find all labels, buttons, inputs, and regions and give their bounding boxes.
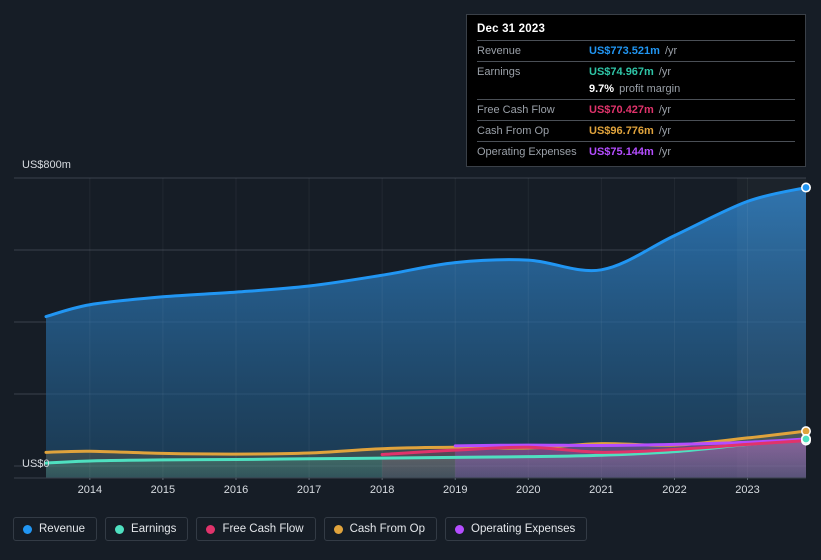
- legend-color-dot-icon: [23, 524, 32, 534]
- tooltip-row-revenue: Revenue US$773.521m/yr: [477, 40, 795, 61]
- financial-chart: US$800m US$0 2014 2015 2016 2017 2018 2019 202…: [0, 0, 821, 560]
- x-axis-tick-2021: 2021: [589, 484, 614, 496]
- tooltip-unit: /yr: [664, 45, 678, 57]
- legend-item-free-cash-flow[interactable]: Free Cash Flow: [196, 517, 316, 541]
- x-axis-tick-2015: 2015: [150, 484, 176, 496]
- chart-legend: Revenue Earnings Free Cash Flow Cash From O…: [13, 517, 588, 541]
- x-axis-tick-2017: 2017: [296, 484, 322, 496]
- legend-item-label: Earnings: [131, 523, 177, 535]
- endpoint-revenue: [800, 182, 811, 193]
- tooltip-rows: Revenue US$773.521m/yr Earnings US$74.967m /…: [477, 40, 795, 162]
- legend-color-dot-icon: [333, 524, 343, 534]
- tooltip-row-free-cash-flow: Free Cash Flow US$70.427m/yr: [477, 99, 795, 120]
- x-axis-tick-2014: 2014: [77, 484, 103, 496]
- legend-color-dot-icon: [455, 524, 465, 534]
- legend-item-earnings[interactable]: Earnings: [105, 517, 189, 541]
- legend-item-operating-expenses[interactable]: Operating Expenses: [445, 517, 588, 541]
- tooltip-unit: /yr: [658, 66, 672, 78]
- tooltip-value: US$773.521m: [589, 45, 660, 57]
- tooltip-row-profit-margin: 9.7% profit margin: [477, 82, 795, 99]
- tooltip-value: US$74.967m: [589, 66, 654, 78]
- tooltip-label: Free Cash Flow: [477, 104, 555, 116]
- endpoint-earnings: [800, 434, 811, 445]
- tooltip-label: Earnings: [477, 66, 521, 78]
- legend-color-dot-icon: [115, 524, 125, 534]
- tooltip-row-earnings: Earnings US$74.967m/yr: [477, 61, 795, 82]
- tooltip-label: Revenue: [477, 45, 522, 57]
- legend-item-cash-from-op[interactable]: Cash From Op: [323, 517, 438, 541]
- tooltip-value: US$75.144m: [589, 146, 654, 158]
- tooltip-unit: /yr: [658, 104, 672, 116]
- legend-item-label: Cash From Op: [349, 523, 426, 535]
- x-axis-tick-2023: 2023: [735, 484, 760, 496]
- tooltip-date: Dec 31 2023: [477, 23, 546, 35]
- tooltip-row-cash-from-op: Cash From Op US$96.776m/yr: [477, 120, 795, 141]
- tooltip-label: Cash From Op: [477, 125, 550, 137]
- data-tooltip: Dec 31 2023 Revenue US$773.521m/yr Earning…: [466, 14, 806, 167]
- x-axis-tick-2022: 2022: [662, 484, 687, 496]
- profit-margin-value: 9.7%: [589, 83, 615, 95]
- tooltip-row-operating-expenses: Operating Expenses US$75.144m/yr: [477, 141, 795, 162]
- tooltip-value: US$70.427m: [589, 104, 654, 116]
- y-axis-top-label: US$800m: [22, 159, 71, 171]
- tooltip-label: Operating Expenses: [477, 146, 577, 158]
- tooltip-unit: /yr: [658, 146, 672, 158]
- tooltip-value: US$96.776m: [589, 125, 654, 137]
- x-axis-tick-2019: 2019: [442, 484, 468, 496]
- legend-item-label: Revenue: [39, 523, 86, 535]
- x-axis-tick-2020: 2020: [516, 484, 541, 496]
- y-axis-zero-label: US$0: [22, 458, 50, 470]
- tooltip-unit: /yr: [658, 125, 672, 137]
- profit-margin-label: profit margin: [619, 83, 681, 95]
- x-axis-tick-2016: 2016: [223, 484, 249, 496]
- legend-item-revenue[interactable]: Revenue: [13, 517, 98, 541]
- legend-item-label: Free Cash Flow: [222, 523, 304, 535]
- legend-color-dot-icon: [206, 524, 216, 534]
- legend-item-label: Operating Expenses: [471, 523, 576, 535]
- x-axis-tick-2018: 2018: [369, 484, 395, 496]
